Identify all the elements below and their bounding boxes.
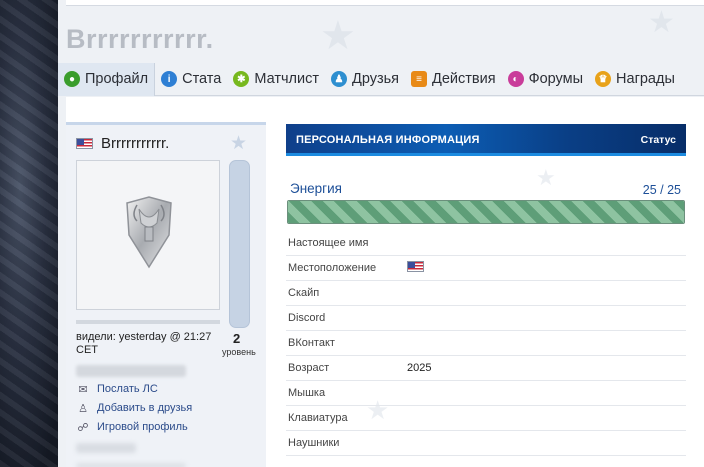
- add-friend-button[interactable]: ♙ Добавить в друзья: [76, 402, 193, 415]
- info-row: ВКонтакт: [286, 331, 686, 356]
- avatar: [76, 160, 220, 310]
- field-value: 2025: [407, 362, 432, 374]
- blurred-text: [76, 463, 186, 467]
- location-value: [407, 261, 424, 275]
- star-icon[interactable]: ★: [230, 132, 247, 155]
- energy-label: Энергия: [290, 181, 342, 196]
- background-art: [0, 0, 66, 467]
- info-row: Настоящее имя: [286, 231, 686, 256]
- blurred-text: [76, 443, 136, 453]
- game-profile-button[interactable]: ☍ Игровой профиль: [76, 421, 188, 434]
- forums-icon: ◐: [507, 71, 524, 87]
- send-message-button[interactable]: ✉ Послать ЛС: [76, 383, 158, 396]
- tab-label: Награды: [616, 71, 675, 87]
- status-label[interactable]: Статус: [641, 134, 676, 146]
- tab-stats[interactable]: i Стата: [155, 63, 227, 96]
- field-key: Discord: [288, 312, 326, 324]
- info-row: Наушники: [286, 431, 686, 456]
- page-title: Brrrrrrrrrrr.: [66, 24, 214, 54]
- info-row: Discord: [286, 306, 686, 331]
- card-header: Brrrrrrrrrrr.: [76, 135, 169, 152]
- energy-bar: [287, 200, 685, 224]
- field-key: Клавиатура: [288, 412, 348, 424]
- tab-profile[interactable]: ● Профайл: [58, 62, 156, 96]
- tab-label: Друзья: [352, 71, 400, 87]
- game-profile-icon: ☍: [77, 421, 89, 434]
- info-row: Скайп: [286, 281, 686, 306]
- tab-label: Стата: [182, 71, 222, 87]
- field-key: ВКонтакт: [288, 337, 335, 349]
- avatar-scrollbar[interactable]: [229, 160, 250, 328]
- profile-tabs: ● Профайл i Стата ✱ Матчлист ♟ Друзья ≡ …: [58, 62, 704, 96]
- info-row: Возраст 2025: [286, 356, 686, 381]
- level-value: 2: [233, 331, 241, 346]
- field-key: Возраст: [288, 362, 330, 374]
- usa-flag-icon: [76, 138, 93, 149]
- field-key: Скайп: [288, 287, 320, 299]
- awards-icon: ♛: [595, 71, 612, 87]
- profile-page: ★ ★ Brrrrrrrrrrr. ● Профайл i Стата ✱ Ма…: [58, 0, 704, 467]
- add-friend-icon: ♙: [78, 402, 88, 415]
- action-label: Послать ЛС: [97, 383, 158, 395]
- star-decoration: ★: [536, 165, 556, 190]
- action-label: Игровой профиль: [97, 421, 188, 433]
- info-fields: Настоящее имя Местоположение Скайп Disco…: [286, 231, 686, 456]
- tab-friends[interactable]: ♟ Друзья: [325, 63, 405, 96]
- info-row: Мышка: [286, 381, 686, 406]
- last-seen: видели: yesterday @ 21:27 CET: [76, 331, 212, 356]
- star-decoration: ★: [648, 6, 675, 39]
- rank-badge-icon: [126, 196, 172, 269]
- field-key: Наушники: [288, 437, 340, 449]
- friends-icon: ♟: [331, 71, 347, 87]
- field-key: Мышка: [288, 387, 326, 399]
- blurred-text: [76, 365, 186, 377]
- profile-content: ★ ★ Brrrrrrrrrrr. ★ видели: yesterday @ …: [66, 97, 704, 467]
- card-username: Brrrrrrrrrrr.: [101, 135, 170, 152]
- divider: [76, 320, 220, 324]
- tab-label: Профайл: [85, 71, 149, 87]
- tab-matchlist[interactable]: ✱ Матчлист: [227, 63, 325, 96]
- star-decoration: ★: [320, 14, 356, 58]
- profile-card: Brrrrrrrrrrr. ★ видели: yesterday @ 21:2…: [66, 122, 266, 467]
- field-key: Настоящее имя: [288, 237, 369, 249]
- matchlist-icon: ✱: [233, 71, 250, 87]
- field-key: Местоположение: [288, 262, 377, 274]
- info-row: Клавиатура: [286, 406, 686, 431]
- tab-actions[interactable]: ≡ Действия: [405, 63, 502, 96]
- level-label: уровень: [222, 347, 256, 357]
- usa-flag-icon: [407, 261, 424, 272]
- tab-awards[interactable]: ♛ Награды: [589, 63, 681, 96]
- energy-bar-fill: [288, 201, 684, 223]
- tab-forums[interactable]: ◐ Форумы: [502, 63, 589, 96]
- info-row: Местоположение: [286, 256, 686, 281]
- energy-value: 25 / 25: [642, 183, 681, 197]
- personal-info-header: ПЕРСОНАЛЬНАЯ ИНФОРМАЦИЯ Статус: [286, 124, 686, 156]
- mail-icon: ✉: [78, 383, 88, 396]
- info-icon: i: [161, 71, 178, 87]
- tab-label: Действия: [432, 71, 496, 87]
- tab-label: Матчлист: [254, 71, 319, 87]
- actions-icon: ≡: [411, 71, 428, 87]
- top-bar: [66, 0, 704, 6]
- profile-icon: ●: [64, 71, 80, 87]
- tab-label: Форумы: [528, 71, 584, 87]
- section-title: ПЕРСОНАЛЬНАЯ ИНФОРМАЦИЯ: [296, 134, 480, 146]
- action-label: Добавить в друзья: [97, 402, 193, 414]
